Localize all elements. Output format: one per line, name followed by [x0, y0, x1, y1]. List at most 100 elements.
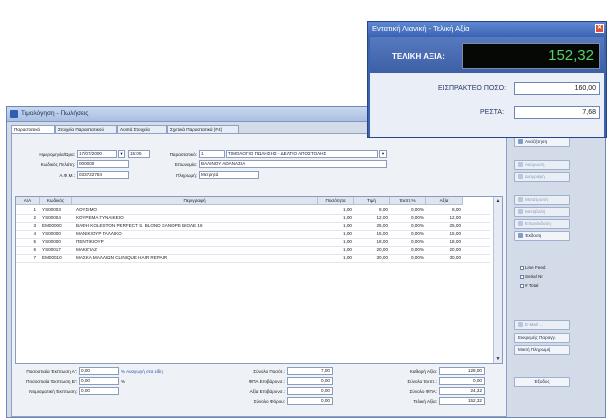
grid-scrollbar[interactable]: ▲ ▼ — [493, 197, 502, 363]
value-charge-field[interactable]: 0,00 — [287, 387, 333, 395]
cell-value[interactable]: 18,00 — [426, 238, 462, 246]
scroll-up-icon[interactable]: ▲ — [495, 198, 501, 204]
issue-button[interactable]: Έκδοση — [514, 231, 570, 241]
cell-price[interactable]: 18,00 — [354, 238, 389, 246]
cell-price[interactable]: 25,00 — [354, 222, 389, 230]
cell-code[interactable]: YS00017 — [42, 246, 72, 254]
cell-code[interactable]: YS00004 — [42, 214, 72, 222]
col-header-quantity[interactable]: Ποσότητα — [318, 197, 354, 205]
date-field[interactable]: 17/07/2000 — [77, 150, 117, 158]
transfer-button[interactable]: Μεταβολή — [514, 207, 570, 217]
cell-code[interactable]: YS00003 — [42, 206, 72, 214]
scroll-down-icon[interactable]: ▼ — [495, 356, 501, 362]
discount-a-field[interactable]: 0,00 — [79, 367, 119, 375]
total-checkbox[interactable]: # Total — [520, 283, 538, 288]
reissue-button[interactable]: Επανέκδοση — [514, 219, 570, 229]
transform-button[interactable]: Μετατροπή — [514, 195, 570, 205]
cell-aa[interactable]: 6 — [16, 246, 36, 254]
col-header-aa[interactable]: Α/Α — [16, 197, 40, 205]
cell-aa[interactable]: 7 — [16, 254, 36, 262]
cell-quantity[interactable]: 1,00 — [318, 254, 352, 262]
cell-value[interactable]: 8,00 — [426, 206, 461, 214]
cell-quantity[interactable]: 1,00 — [318, 214, 352, 222]
cell-code[interactable]: EM00000 — [42, 222, 72, 230]
cell-value[interactable]: 12,00 — [426, 214, 462, 222]
serial-checkbox[interactable]: Serial Nr — [520, 274, 543, 279]
date-dropdown-icon[interactable]: ▾ — [118, 150, 125, 158]
cell-price[interactable]: 20,00 — [354, 246, 389, 254]
col-header-price[interactable]: Τιμή — [354, 197, 390, 205]
col-header-code[interactable]: Κωδικός — [40, 197, 72, 205]
cell-quantity[interactable]: 1,00 — [318, 206, 352, 214]
vat-charge-field[interactable]: 0,00 — [287, 377, 333, 385]
app-icon — [10, 110, 18, 118]
afm-field[interactable]: 033722784 — [77, 171, 129, 179]
cell-discount[interactable]: 0,00% — [390, 230, 424, 238]
payment-field[interactable]: Μετρητά — [199, 171, 259, 179]
cell-price[interactable]: 15,00 — [354, 230, 389, 238]
email-button[interactable]: E-Mail ... — [514, 320, 570, 330]
cell-description[interactable]: ΜΑΝΙΚΙΟΥΡ ΓΑΛΛΙΚΟ — [76, 230, 316, 238]
cell-discount[interactable]: 0,00% — [390, 222, 424, 230]
cell-description[interactable]: ΒΑΦΗ KOLESTON PERFECT S. BLOND ΞΑΝΘΡΕ ΒΙ… — [76, 222, 316, 230]
cell-discount[interactable]: 0,00% — [390, 214, 424, 222]
checkbox-box[interactable] — [520, 266, 524, 270]
cash-discount-field[interactable]: 0,00 — [79, 387, 119, 395]
cell-discount[interactable]: 0,00% — [390, 254, 424, 262]
doc-type-select[interactable]: ΤΙΜΟΛΟΓΙΟ ΠΩΛΗΣΗΣ - ΔΕΛΤΙΟ ΑΠΟΣΤΟΛΗΣ — [226, 150, 378, 158]
line-feed-checkbox[interactable]: Line Feed — [520, 265, 545, 270]
cell-value[interactable]: 30,00 — [426, 254, 462, 262]
discount-b-label: Ποσοστιαία Έκπτωση Β': — [26, 379, 77, 384]
cell-value[interactable]: 15,00 — [426, 230, 462, 238]
customer-code-field[interactable]: 000000 — [77, 160, 129, 168]
window-title: Τιμολόγηση - Πωλήσεις — [21, 110, 89, 117]
mixed-payment-button[interactable]: Μικτή Πληρωμή — [514, 345, 570, 355]
col-header-discount[interactable]: Έκπτ.% — [390, 197, 426, 205]
cell-description[interactable]: ΜΑΣΚΑ ΜΑΛΛΙΩΝ CLINIQUE HAIR REPAIR — [76, 254, 316, 262]
col-header-value[interactable]: Αξία — [426, 197, 463, 205]
cell-discount[interactable]: 0,00% — [390, 246, 424, 254]
cell-aa[interactable]: 4 — [16, 230, 36, 238]
delete-button[interactable]: Διαγραφή — [514, 172, 570, 182]
cell-aa[interactable]: 3 — [16, 222, 36, 230]
cell-price[interactable]: 8,00 — [354, 206, 388, 214]
doc-label: Παραστατικό: — [169, 152, 197, 157]
cell-discount[interactable]: 0,00% — [390, 206, 424, 214]
cell-price[interactable]: 30,00 — [354, 254, 389, 262]
cell-description[interactable]: ΜΑΚΙΓΙΑΖ — [76, 246, 316, 254]
cell-code[interactable]: EM00010 — [42, 254, 72, 262]
cell-price[interactable]: 12,00 — [354, 214, 389, 222]
cell-aa[interactable]: 2 — [16, 214, 36, 222]
cell-quantity[interactable]: 1,00 — [318, 246, 352, 254]
cell-quantity[interactable]: 1,00 — [318, 238, 352, 246]
cell-value[interactable]: 20,00 — [426, 246, 462, 254]
name-field[interactable]: ΒΑΛΙΝΟΥ ΑΘΑΝΑΣΙΑ — [199, 160, 387, 168]
cell-description[interactable]: ΛΟΥΣΙΜΟ — [76, 206, 316, 214]
cell-code[interactable]: YS00000 — [42, 230, 72, 238]
doc-number-field[interactable]: 1 — [199, 150, 225, 158]
cell-aa[interactable]: 1 — [16, 206, 36, 214]
time-field[interactable]: 15:05 — [128, 150, 150, 158]
cell-quantity[interactable]: 1,00 — [318, 222, 352, 230]
cell-discount[interactable]: 0,00% — [390, 238, 424, 246]
checkbox-box[interactable] — [520, 275, 524, 279]
search-button[interactable]: Αναζήτηση — [514, 137, 570, 147]
discount-b-field[interactable]: 0,00 — [79, 377, 119, 385]
cell-aa[interactable]: 5 — [16, 238, 36, 246]
chevron-down-icon[interactable]: ▾ — [379, 150, 387, 158]
cancel-button[interactable]: Ακύρωση — [514, 160, 570, 170]
change-field[interactable]: 7,68 — [514, 106, 600, 119]
cell-value[interactable]: 25,00 — [426, 222, 462, 230]
cell-description[interactable]: ΚΟΥΡΕΜΑ ΓΥΝΑΙΚΕΙΟ — [76, 214, 316, 222]
cell-description[interactable]: ΠΕΝΤΙΚΙΟΥΡ — [76, 238, 316, 246]
apply-to-items-link[interactable]: % Αναγωγή στα είδη — [121, 369, 163, 374]
cell-code[interactable]: YS00000 — [42, 238, 72, 246]
pending-order-button[interactable]: Εκκρεμής Παραγγ. — [514, 333, 570, 343]
cell-quantity[interactable]: 1,00 — [318, 230, 352, 238]
col-header-description[interactable]: Περιγραφή — [72, 197, 318, 205]
items-grid[interactable]: Α/Α Κωδικός Περιγραφή Ποσότητα Τιμή Έκπτ… — [15, 196, 503, 364]
checkbox-box[interactable] — [520, 284, 524, 288]
exit-button[interactable]: Έξοδος — [514, 377, 570, 387]
received-field[interactable]: 160,00 — [514, 82, 600, 95]
close-icon[interactable]: ✕ — [595, 24, 604, 33]
